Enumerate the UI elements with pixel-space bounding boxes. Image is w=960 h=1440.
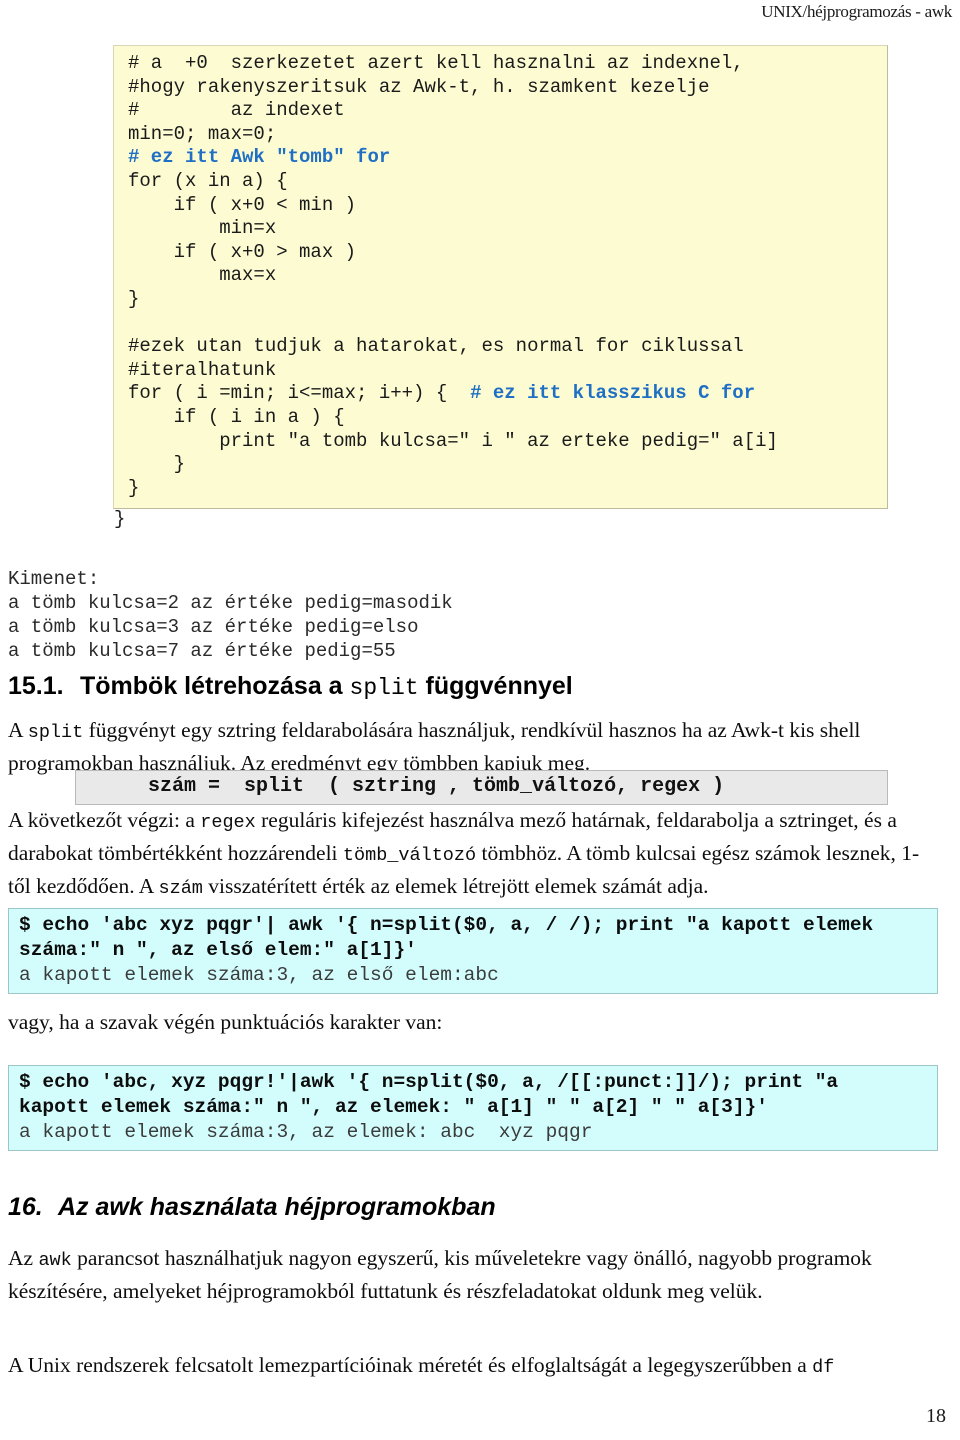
paragraph-awk-in-shell: Az awk parancsot használhatjuk nagyon eg… xyxy=(8,1243,938,1307)
code-segment-pre: # a +0 szerkezetet azert kell hasznalni … xyxy=(128,52,744,145)
paragraph-df-intro: A Unix rendszerek felcsatolt lemezpartíc… xyxy=(8,1350,953,1383)
paragraph-a-mono-split: split xyxy=(27,722,84,743)
awk-source-code-text: # a +0 szerkezetet azert kell hasznalni … xyxy=(114,52,887,500)
paragraph-16-1-text1: Az xyxy=(8,1246,39,1270)
section-title-16: Az awk használata héjprogramokban xyxy=(58,1193,496,1221)
paragraph-b-mono-tombvaltozo: tömb_változó xyxy=(342,845,477,866)
paragraph-16-1-mono-awk: awk xyxy=(38,1250,72,1271)
split-syntax-box: szám = split ( sztring , tömb_változó, r… xyxy=(75,770,888,805)
paragraph-16-1-text2: parancsot használhatjuk nagyon egyszerű,… xyxy=(8,1246,872,1303)
code-segment-mid: for (x in a) { if ( x+0 < min ) min=x if… xyxy=(128,169,744,405)
code-closing-brace: } xyxy=(114,508,126,530)
code-comment-c-for: # ez itt klasszikus C for xyxy=(470,382,756,405)
paragraph-16-2-mono-df: df xyxy=(812,1357,835,1378)
shell-command-1: $ echo 'abc xyz pqgr'| awk '{ n=split($0… xyxy=(19,914,874,961)
section-heading-15-1: 15.1. Tömbök létrehozása a split függvénn… xyxy=(8,672,573,701)
paragraph-b-mono-regex: regex xyxy=(200,812,256,833)
section-number-15-1: 15.1. xyxy=(8,672,64,700)
shell-transcript-block-1: $ echo 'abc xyz pqgr'| awk '{ n=split($0… xyxy=(8,908,938,994)
split-syntax-line: szám = split ( sztring , tömb_változó, r… xyxy=(148,775,725,798)
shell-output-1: a kapott elemek száma:3, az első elem:ab… xyxy=(19,964,499,986)
paragraph-a-text1: A xyxy=(8,718,28,742)
program-output-listing: Kimenet: a tömb kulcsa=2 az értéke pedig… xyxy=(8,568,453,662)
section-title-part2: függvénnyel xyxy=(418,672,573,700)
awk-source-code-block: # a +0 szerkezetet azert kell hasznalni … xyxy=(113,45,888,530)
section-title-part1: Tömbök létrehozása a xyxy=(80,672,350,700)
paragraph-split-description: A következőt végzi: a regex reguláris ki… xyxy=(8,805,938,904)
paragraph-b-mono-szam: szám xyxy=(158,878,203,899)
shell-transcript-block-2: $ echo 'abc, xyz pqgr!'|awk '{ n=split($… xyxy=(8,1065,938,1151)
shell-output-2: a kapott elemek száma:3, az elemek: abc … xyxy=(19,1121,593,1143)
page-number: 18 xyxy=(926,1405,946,1427)
shell-command-2: $ echo 'abc, xyz pqgr!'|awk '{ n=split($… xyxy=(19,1071,839,1118)
section-number-16: 16. xyxy=(8,1193,43,1221)
section-title-mono-split: split xyxy=(349,675,419,701)
code-comment-awk-for: # ez itt Awk "tomb" for xyxy=(128,146,391,169)
paragraph-16-2-text1: A Unix rendszerek felcsatolt lemezpartíc… xyxy=(8,1353,813,1377)
paragraph-b-text4: visszatérített érték az elemek létrejött… xyxy=(202,874,709,898)
running-header: UNIX/héjprogramozás - awk xyxy=(761,2,952,21)
code-segment-post: if ( i in a ) { print "a tomb kulcsa=" i… xyxy=(128,405,778,499)
paragraph-b-text1: A következőt végzi: a xyxy=(8,808,201,832)
paragraph-punctuation-note: vagy, ha a szavak végén punktuációs kara… xyxy=(8,1010,443,1034)
section-heading-16: 16. Az awk használata héjprogramokban xyxy=(8,1193,496,1222)
paragraph-a-text2: függvényt egy sztring feldarabolására ha… xyxy=(8,718,861,775)
